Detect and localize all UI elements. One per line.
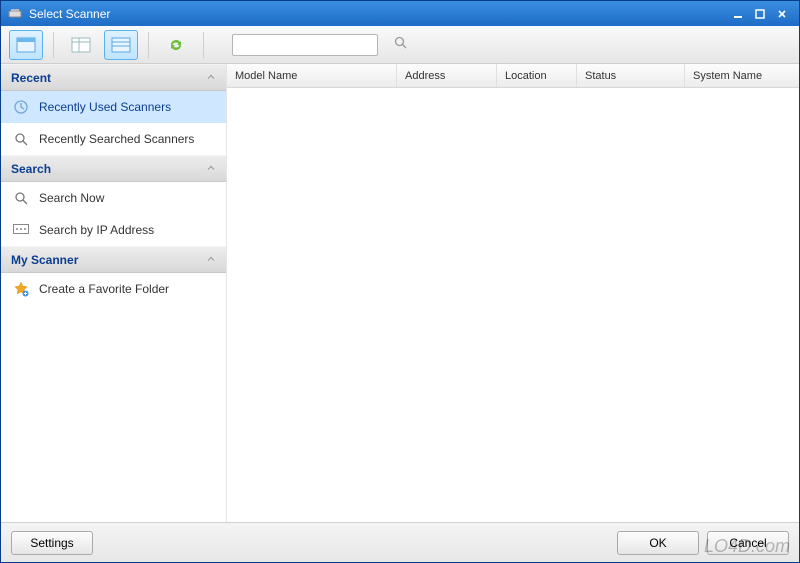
col-model-name[interactable]: Model Name xyxy=(227,64,397,87)
ip-icon xyxy=(13,222,29,238)
col-status[interactable]: Status xyxy=(577,64,685,87)
view-list-button[interactable] xyxy=(64,30,98,60)
sidebar-item-label: Search by IP Address xyxy=(39,223,154,237)
sidebar-item-label: Search Now xyxy=(39,191,104,205)
sidebar: Recent Recently Used Scanners Recently S… xyxy=(1,64,227,522)
refresh-button[interactable] xyxy=(159,30,193,60)
col-address[interactable]: Address xyxy=(397,64,497,87)
table-body[interactable] xyxy=(227,88,799,522)
search-icon xyxy=(13,190,29,206)
settings-button[interactable]: Settings xyxy=(11,531,93,555)
view-details-button[interactable] xyxy=(104,30,138,60)
sidebar-item-label: Recently Used Scanners xyxy=(39,100,171,114)
toolbar xyxy=(1,26,799,64)
sidebar-group-myscanner[interactable]: My Scanner xyxy=(1,246,226,273)
window-title: Select Scanner xyxy=(29,7,727,21)
group-label: My Scanner xyxy=(11,253,78,267)
sidebar-item-label: Recently Searched Scanners xyxy=(39,132,194,146)
table-header: Model Name Address Location Status Syste… xyxy=(227,64,799,88)
maximize-button[interactable] xyxy=(749,6,771,22)
col-system-name[interactable]: System Name xyxy=(685,64,799,87)
cancel-button[interactable]: Cancel xyxy=(707,531,789,555)
titlebar: Select Scanner xyxy=(1,1,799,26)
toolbar-search[interactable] xyxy=(232,34,378,56)
clock-icon xyxy=(13,99,29,115)
chevron-down-icon xyxy=(206,253,216,267)
toolbar-separator xyxy=(148,32,149,58)
search-icon xyxy=(13,131,29,147)
view-large-button[interactable] xyxy=(9,30,43,60)
search-icon xyxy=(394,36,407,54)
content-area: Recent Recently Used Scanners Recently S… xyxy=(1,64,799,522)
main-panel: Model Name Address Location Status Syste… xyxy=(227,64,799,522)
chevron-down-icon xyxy=(206,162,216,176)
toolbar-separator xyxy=(203,32,204,58)
ok-button[interactable]: OK xyxy=(617,531,699,555)
group-label: Recent xyxy=(11,71,51,85)
sidebar-item-search-now[interactable]: Search Now xyxy=(1,182,226,214)
group-label: Search xyxy=(11,162,51,176)
sidebar-group-recent[interactable]: Recent xyxy=(1,64,226,91)
col-location[interactable]: Location xyxy=(497,64,577,87)
sidebar-item-label: Create a Favorite Folder xyxy=(39,282,169,296)
close-button[interactable] xyxy=(771,6,793,22)
select-scanner-window: Select Scanner xyxy=(0,0,800,563)
sidebar-item-recently-searched[interactable]: Recently Searched Scanners xyxy=(1,123,226,155)
sidebar-item-search-ip[interactable]: Search by IP Address xyxy=(1,214,226,246)
sidebar-item-recently-used[interactable]: Recently Used Scanners xyxy=(1,91,226,123)
chevron-down-icon xyxy=(206,71,216,85)
sidebar-group-search[interactable]: Search xyxy=(1,155,226,182)
toolbar-separator xyxy=(53,32,54,58)
sidebar-item-create-favorite[interactable]: Create a Favorite Folder xyxy=(1,273,226,305)
star-add-icon xyxy=(13,281,29,297)
footer: Settings OK Cancel xyxy=(1,522,799,562)
minimize-button[interactable] xyxy=(727,6,749,22)
app-icon xyxy=(7,6,23,22)
search-input[interactable] xyxy=(239,38,394,52)
